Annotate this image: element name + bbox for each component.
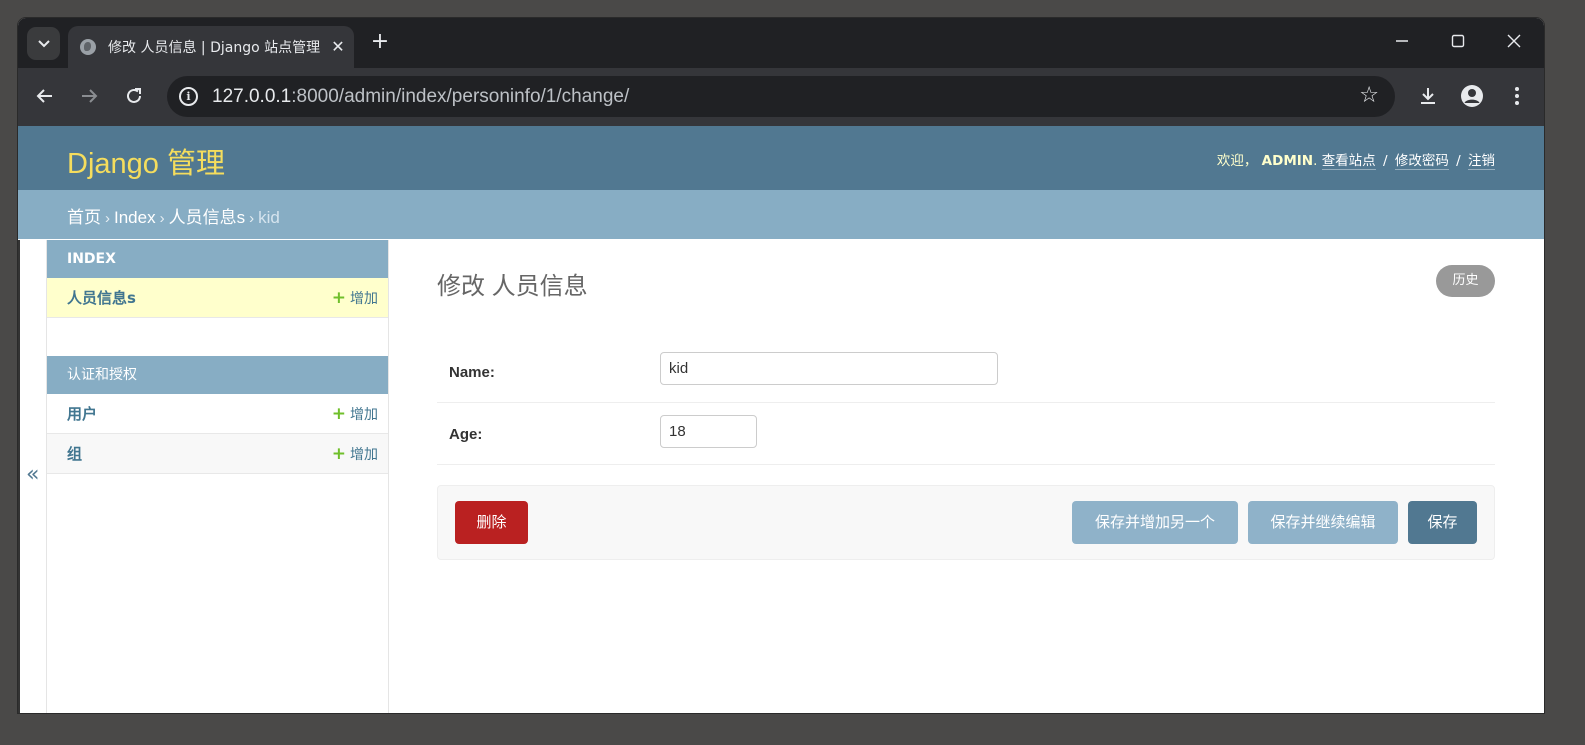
user-tools: 欢迎， ADMIN. 查看站点 / 修改密码 / 注销 (1216, 153, 1495, 170)
age-label: Age: (449, 426, 483, 443)
breadcrumb-home[interactable]: 首页 (67, 208, 101, 227)
site-info-icon[interactable]: i (179, 87, 198, 106)
back-icon[interactable] (31, 82, 59, 110)
globe-icon (80, 39, 96, 55)
age-field[interactable] (660, 415, 757, 448)
address-bar[interactable]: i 127.0.0.1:8000/admin/index/personinfo/… (167, 76, 1395, 117)
breadcrumb-current: kid (258, 208, 280, 227)
form-row-age: Age: (437, 403, 1495, 465)
minimize-icon[interactable] (1390, 32, 1414, 56)
download-icon[interactable] (1414, 82, 1442, 110)
forward-icon[interactable] (75, 82, 103, 110)
welcome-text: 欢迎， (1216, 153, 1258, 169)
admin-header: Django 管理 欢迎， ADMIN. 查看站点 / 修改密码 / 注销 (18, 126, 1544, 190)
form-row-name: Name: (437, 334, 1495, 403)
save-continue-button[interactable]: 保存并继续编辑 (1248, 501, 1398, 544)
maximize-icon[interactable] (1446, 32, 1470, 56)
module-caption-auth[interactable]: 认证和授权 (47, 356, 388, 394)
add-link[interactable]: + 增加 (332, 434, 378, 475)
page-title: 修改 人员信息 (437, 273, 588, 300)
model-link[interactable]: 组 (67, 445, 82, 463)
save-button[interactable]: 保存 (1408, 501, 1477, 544)
breadcrumb-app[interactable]: Index (114, 208, 156, 227)
module-caption-index[interactable]: INDEX (47, 240, 388, 278)
logout-link[interactable]: 注销 (1468, 153, 1495, 170)
history-button[interactable]: 历史 (1436, 265, 1495, 297)
breadcrumb-model[interactable]: 人员信息s (169, 208, 246, 227)
close-window-icon[interactable] (1502, 32, 1526, 56)
bookmark-star-icon[interactable]: ☆ (1359, 84, 1379, 108)
tab-search-button[interactable] (27, 27, 60, 60)
tab-title: 修改 人员信息 | Django 站点管理 (108, 40, 320, 56)
change-password-link[interactable]: 修改密码 (1394, 153, 1449, 170)
view-site-link[interactable]: 查看站点 (1321, 153, 1376, 170)
delete-button[interactable]: 删除 (455, 501, 528, 544)
name-field[interactable] (660, 352, 998, 385)
sidebar-item-personinfo: 人员信息s + 增加 (47, 278, 388, 318)
browser-toolbar: i 127.0.0.1:8000/admin/index/personinfo/… (18, 68, 1544, 126)
name-label: Name: (449, 364, 495, 381)
url-text: 127.0.0.1:8000/admin/index/personinfo/1/… (212, 86, 630, 107)
site-branding[interactable]: Django 管理 (67, 140, 225, 182)
submit-row: 删除 保存并增加另一个 保存并继续编辑 保存 (437, 485, 1495, 560)
model-link[interactable]: 用户 (67, 405, 97, 423)
plus-icon: + (331, 288, 346, 308)
add-link[interactable]: + 增加 (332, 394, 378, 435)
toggle-sidebar-icon[interactable]: « (26, 462, 39, 487)
username: ADMIN (1261, 153, 1314, 169)
close-tab-icon[interactable]: ✕ (328, 37, 348, 57)
save-add-another-button[interactable]: 保存并增加另一个 (1072, 501, 1238, 544)
add-link[interactable]: + 增加 (332, 278, 378, 319)
plus-icon: + (331, 444, 346, 464)
browser-window: 修改 人员信息 | Django 站点管理 ✕ + i 127.0.0.1:80… (18, 18, 1544, 713)
nav-sidebar: INDEX 人员信息s + 增加 认证和授权 用户 + 增加 组 + 增加 (47, 240, 389, 713)
main-content: 修改 人员信息 历史 Name: Age: 删除 保存并增加另一个 保存并继续编… (389, 240, 1544, 713)
profile-icon[interactable] (1458, 82, 1486, 110)
breadcrumb: 首页 › Index › 人员信息s › kid (18, 190, 1544, 239)
tab-strip: 修改 人员信息 | Django 站点管理 ✕ + (18, 18, 1544, 68)
model-link[interactable]: 人员信息s (67, 289, 136, 307)
sidebar-item-users: 用户 + 增加 (47, 394, 388, 434)
new-tab-button[interactable]: + (368, 30, 392, 54)
chevron-down-icon (37, 39, 50, 47)
reload-icon[interactable] (120, 82, 148, 110)
sidebar-item-groups: 组 + 增加 (47, 434, 388, 474)
menu-kebab-icon[interactable] (1503, 82, 1531, 110)
browser-tab[interactable]: 修改 人员信息 | Django 站点管理 ✕ (68, 26, 354, 68)
plus-icon: + (331, 404, 346, 424)
